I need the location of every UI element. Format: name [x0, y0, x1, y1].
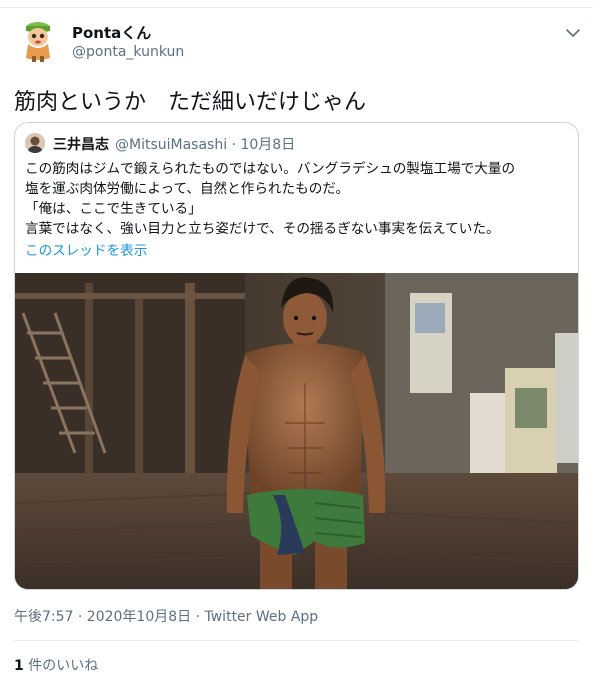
timestamp[interactable]: 午後7:57 · 2020年10月8日 · [14, 609, 205, 625]
quoted-text-line: 「俺は、ここで生きている」 [25, 201, 202, 217]
divider [14, 640, 579, 641]
quoted-text: この筋肉はジムで鍛えられたものではない。バングラデシュの製塩工場で大量の 塩を運… [25, 159, 573, 239]
quoted-handle: @MitsuiMasashi [115, 137, 228, 153]
separator: · [227, 137, 241, 153]
likes-number: 1 [14, 658, 24, 674]
quoted-handle-date: @MitsuiMasashi · 10月8日 [115, 134, 295, 154]
tweet-text: 筋肉というか ただ細いだけじゃん [14, 90, 367, 115]
quoted-tweet[interactable]: 三井昌志 @MitsuiMasashi · 10月8日 この筋肉はジムで鍛えられ… [14, 122, 579, 590]
quoted-text-line: 言葉ではなく、強い目力と立ち姿だけで、その揺るぎない事実を伝えていた。 [25, 221, 500, 237]
tweet-meta: 午後7:57 · 2020年10月8日 · Twitter Web App [14, 606, 318, 626]
quoted-text-line: 塩を運ぶ肉体労働によって、自然と作られたものだ。 [25, 181, 350, 197]
quoted-photo[interactable] [15, 273, 578, 589]
source-app-link[interactable]: Twitter Web App [205, 609, 319, 625]
likes-label: 件のいいね [23, 658, 99, 674]
photo-image [15, 273, 578, 589]
author-handle[interactable]: @ponta_kunkun [72, 44, 184, 60]
quoted-text-line: この筋肉はジムで鍛えられたものではない。バングラデシュの製塩工場で大量の [25, 161, 516, 177]
top-divider [0, 0, 593, 8]
avatar-cartoon-icon [14, 16, 62, 64]
quoted-date: 10月8日 [240, 137, 296, 153]
quoted-avatar [25, 133, 45, 153]
author-name[interactable]: Pontaくん [72, 22, 151, 43]
likes-count[interactable]: 1 件のいいね [14, 655, 98, 675]
tweet-header: Pontaくん @ponta_kunkun [14, 16, 584, 72]
chevron-down-icon[interactable] [562, 22, 584, 44]
quoted-author-name: 三井昌志 [53, 137, 109, 153]
avatar[interactable] [14, 16, 62, 64]
show-thread-link[interactable]: このスレッドを表示 [25, 239, 147, 259]
